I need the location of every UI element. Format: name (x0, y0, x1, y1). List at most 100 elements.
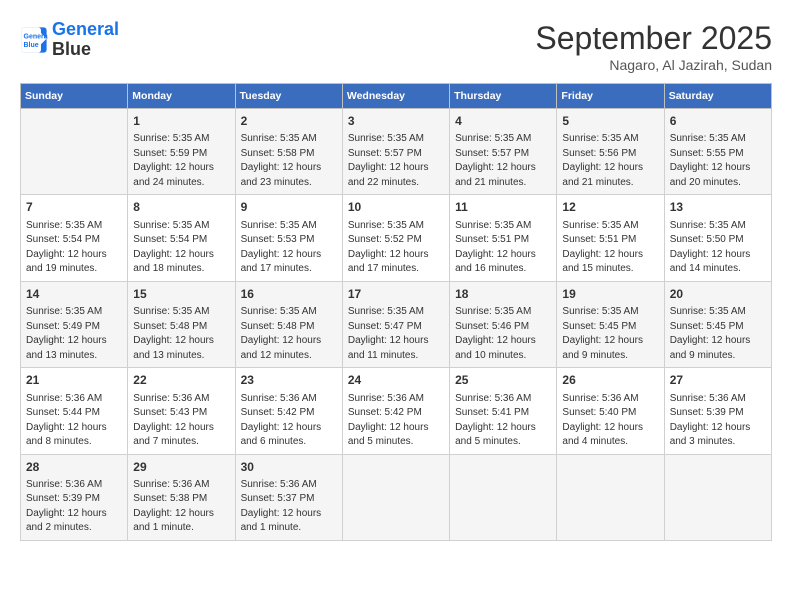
day-number: 3 (348, 113, 444, 130)
day-info: Sunrise: 5:36 AMSunset: 5:38 PMDaylight:… (133, 478, 229, 536)
weekday-friday: Friday (557, 84, 664, 109)
day-number: 9 (241, 199, 337, 216)
day-info: Sunrise: 5:35 AMSunset: 5:53 PMDaylight:… (241, 219, 337, 277)
day-info: Sunrise: 5:36 AMSunset: 5:43 PMDaylight:… (133, 392, 229, 450)
day-info: Sunrise: 5:36 AMSunset: 5:42 PMDaylight:… (348, 392, 444, 450)
day-info: Sunrise: 5:36 AMSunset: 5:39 PMDaylight:… (26, 478, 122, 536)
day-info: Sunrise: 5:35 AMSunset: 5:47 PMDaylight:… (348, 305, 444, 363)
day-info: Sunrise: 5:36 AMSunset: 5:42 PMDaylight:… (241, 392, 337, 450)
day-info: Sunrise: 5:35 AMSunset: 5:59 PMDaylight:… (133, 132, 229, 190)
page-header: General Blue GeneralBlue September 2025 … (20, 20, 772, 73)
day-number: 17 (348, 286, 444, 303)
day-info: Sunrise: 5:35 AMSunset: 5:46 PMDaylight:… (455, 305, 551, 363)
calendar-cell: 9 Sunrise: 5:35 AMSunset: 5:53 PMDaylight… (235, 195, 342, 281)
day-number: 27 (670, 372, 766, 389)
calendar-cell: 20 Sunrise: 5:35 AMSunset: 5:45 PMDayligh… (664, 281, 771, 367)
day-number: 2 (241, 113, 337, 130)
calendar-cell: 4Sunrise: 5:35 AMSunset: 5:57 PMDaylight… (450, 109, 557, 195)
logo-icon: General Blue (20, 26, 48, 54)
calendar-cell: 1 Sunrise: 5:35 AMSunset: 5:59 PMDaylight… (128, 109, 235, 195)
day-number: 4 (455, 113, 551, 130)
logo: General Blue GeneralBlue (20, 20, 119, 60)
day-info: Sunrise: 5:35 AMSunset: 5:56 PMDaylight:… (562, 132, 658, 190)
calendar-cell: 26 Sunrise: 5:36 AMSunset: 5:40 PMDayligh… (557, 368, 664, 454)
calendar-cell (450, 454, 557, 540)
day-info: Sunrise: 5:35 AMSunset: 5:45 PMDaylight:… (562, 305, 658, 363)
calendar-cell: 3 Sunrise: 5:35 AMSunset: 5:57 PMDaylight… (342, 109, 449, 195)
calendar-week-3: 14 Sunrise: 5:35 AMSunset: 5:49 PMDayligh… (21, 281, 772, 367)
day-info: Sunrise: 5:35 AMSunset: 5:49 PMDaylight:… (26, 305, 122, 363)
day-number: 20 (670, 286, 766, 303)
day-info: Sunrise: 5:36 AMSunset: 5:37 PMDaylight:… (241, 478, 337, 536)
calendar-cell: 29 Sunrise: 5:36 AMSunset: 5:38 PMDayligh… (128, 454, 235, 540)
day-number: 10 (348, 199, 444, 216)
calendar-cell: 8 Sunrise: 5:35 AMSunset: 5:54 PMDaylight… (128, 195, 235, 281)
day-number: 12 (562, 199, 658, 216)
day-number: 14 (26, 286, 122, 303)
calendar-cell: 12 Sunrise: 5:35 AMSunset: 5:51 PMDayligh… (557, 195, 664, 281)
day-info: Sunrise: 5:36 AMSunset: 5:40 PMDaylight:… (562, 392, 658, 450)
calendar-cell: 24 Sunrise: 5:36 AMSunset: 5:42 PMDayligh… (342, 368, 449, 454)
weekday-saturday: Saturday (664, 84, 771, 109)
day-info: Sunrise: 5:35 AMSunset: 5:50 PMDaylight:… (670, 219, 766, 277)
day-number: 16 (241, 286, 337, 303)
day-number: 23 (241, 372, 337, 389)
calendar-cell: 19 Sunrise: 5:35 AMSunset: 5:45 PMDayligh… (557, 281, 664, 367)
calendar-cell: 23 Sunrise: 5:36 AMSunset: 5:42 PMDayligh… (235, 368, 342, 454)
title-block: September 2025 Nagaro, Al Jazirah, Sudan (535, 20, 772, 73)
day-number: 6 (670, 113, 766, 130)
day-number: 29 (133, 459, 229, 476)
weekday-sunday: Sunday (21, 84, 128, 109)
calendar-cell: 11Sunrise: 5:35 AMSunset: 5:51 PMDayligh… (450, 195, 557, 281)
day-number: 26 (562, 372, 658, 389)
calendar-cell: 18 Sunrise: 5:35 AMSunset: 5:46 PMDayligh… (450, 281, 557, 367)
day-number: 30 (241, 459, 337, 476)
svg-text:Blue: Blue (24, 42, 39, 49)
day-info: Sunrise: 5:35 AMSunset: 5:55 PMDaylight:… (670, 132, 766, 190)
day-number: 24 (348, 372, 444, 389)
calendar-cell: 5 Sunrise: 5:35 AMSunset: 5:56 PMDaylight… (557, 109, 664, 195)
calendar-cell: 21Sunrise: 5:36 AMSunset: 5:44 PMDayligh… (21, 368, 128, 454)
calendar-cell: 14 Sunrise: 5:35 AMSunset: 5:49 PMDayligh… (21, 281, 128, 367)
day-number: 13 (670, 199, 766, 216)
day-number: 8 (133, 199, 229, 216)
calendar-week-1: 1 Sunrise: 5:35 AMSunset: 5:59 PMDaylight… (21, 109, 772, 195)
calendar-cell: 16 Sunrise: 5:35 AMSunset: 5:48 PMDayligh… (235, 281, 342, 367)
calendar-week-4: 21Sunrise: 5:36 AMSunset: 5:44 PMDayligh… (21, 368, 772, 454)
calendar-cell (21, 109, 128, 195)
day-info: Sunrise: 5:35 AMSunset: 5:45 PMDaylight:… (670, 305, 766, 363)
day-info: Sunrise: 5:35 AMSunset: 5:48 PMDaylight:… (133, 305, 229, 363)
calendar-cell: 27Sunrise: 5:36 AMSunset: 5:39 PMDayligh… (664, 368, 771, 454)
calendar-cell: 15 Sunrise: 5:35 AMSunset: 5:48 PMDayligh… (128, 281, 235, 367)
day-info: Sunrise: 5:35 AMSunset: 5:48 PMDaylight:… (241, 305, 337, 363)
weekday-header-row: SundayMondayTuesdayWednesdayThursdayFrid… (21, 84, 772, 109)
calendar-cell: 6 Sunrise: 5:35 AMSunset: 5:55 PMDaylight… (664, 109, 771, 195)
day-number: 5 (562, 113, 658, 130)
day-info: Sunrise: 5:35 AMSunset: 5:58 PMDaylight:… (241, 132, 337, 190)
calendar-cell (557, 454, 664, 540)
calendar-cell: 30 Sunrise: 5:36 AMSunset: 5:37 PMDayligh… (235, 454, 342, 540)
day-number: 19 (562, 286, 658, 303)
calendar-cell: 13 Sunrise: 5:35 AMSunset: 5:50 PMDayligh… (664, 195, 771, 281)
day-number: 15 (133, 286, 229, 303)
weekday-monday: Monday (128, 84, 235, 109)
calendar-cell: 25Sunrise: 5:36 AMSunset: 5:41 PMDayligh… (450, 368, 557, 454)
day-number: 25 (455, 372, 551, 389)
location: Nagaro, Al Jazirah, Sudan (535, 57, 772, 73)
day-info: Sunrise: 5:35 AMSunset: 5:51 PMDaylight:… (455, 219, 551, 277)
day-info: Sunrise: 5:35 AMSunset: 5:54 PMDaylight:… (133, 219, 229, 277)
day-info: Sunrise: 5:35 AMSunset: 5:52 PMDaylight:… (348, 219, 444, 277)
calendar-cell: 7Sunrise: 5:35 AMSunset: 5:54 PMDaylight… (21, 195, 128, 281)
day-number: 22 (133, 372, 229, 389)
logo-text: GeneralBlue (52, 20, 119, 60)
day-info: Sunrise: 5:35 AMSunset: 5:57 PMDaylight:… (348, 132, 444, 190)
day-info: Sunrise: 5:35 AMSunset: 5:51 PMDaylight:… (562, 219, 658, 277)
day-number: 18 (455, 286, 551, 303)
weekday-thursday: Thursday (450, 84, 557, 109)
calendar-week-5: 28 Sunrise: 5:36 AMSunset: 5:39 PMDayligh… (21, 454, 772, 540)
day-number: 28 (26, 459, 122, 476)
calendar-cell (342, 454, 449, 540)
month-title: September 2025 (535, 20, 772, 57)
svg-text:General: General (24, 33, 49, 40)
day-number: 1 (133, 113, 229, 130)
